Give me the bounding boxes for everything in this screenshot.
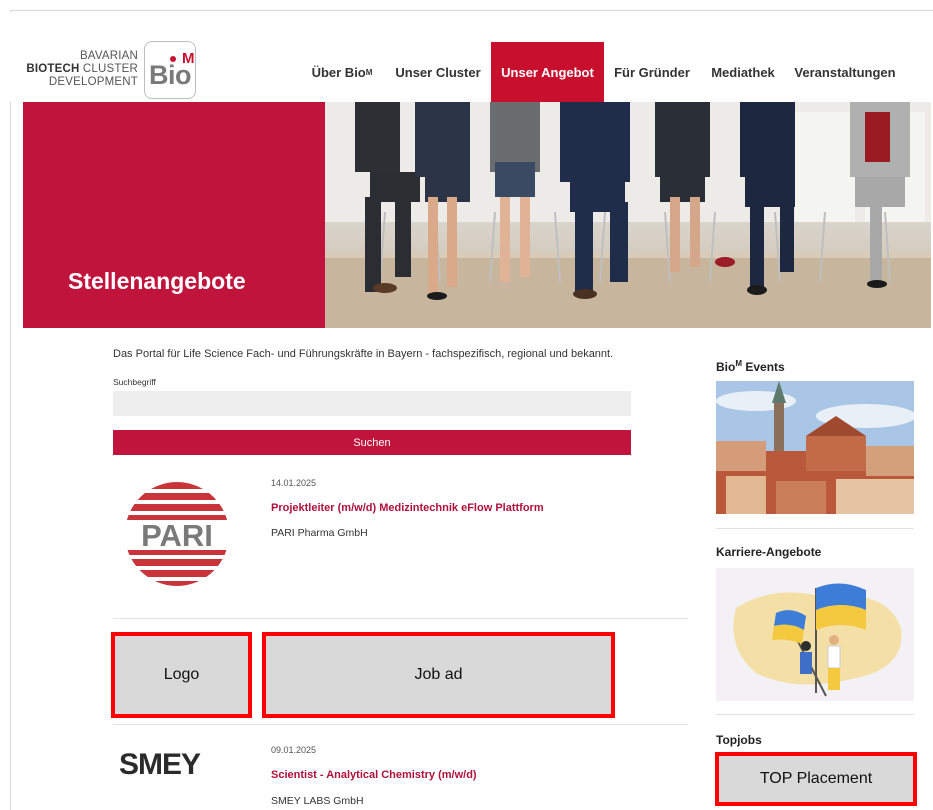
company-logo-smey[interactable]: SMEY [119,748,201,782]
job-title-link[interactable]: Projektleiter (m/w/d) Medizintechnik eFl… [271,502,544,514]
nav-item-veranstaltungen[interactable]: Veranstaltungen [788,42,902,102]
job-company: PARI Pharma GmbH [271,527,368,539]
search-button[interactable]: Suchen [113,430,631,455]
brand-line-3: DEVELOPMENT [48,76,138,88]
brand-line-2: BIOTECH CLUSTER [20,63,138,76]
hero-title: Stellenangebote [68,268,246,294]
search-label: Suchbegriff [113,377,156,387]
events-image[interactable] [716,381,914,514]
seated-people-illustration [325,102,931,328]
job-date: 14.01.2025 [271,478,317,488]
brand-line-2-rest: CLUSTER [79,63,138,75]
nav-item-unser-angebot[interactable]: Unser Angebot [491,42,604,102]
site-header: BAVARIAN BIOTECH CLUSTER DEVELOPMENT Bio… [10,12,931,102]
logo-placeholder: Logo [111,632,252,718]
top-placement-placeholder: TOP Placement [715,752,917,806]
careers-image[interactable] [716,568,914,701]
job-divider [113,618,688,619]
job-company: SMEY LABS GmbH [271,795,364,807]
sidebar-divider [716,714,914,715]
pari-logo-icon: PARI [125,482,229,586]
search-input[interactable] [113,391,631,416]
sidebar-divider [716,528,914,529]
brand-line-2-bold: BIOTECH [26,63,80,75]
logo-dot [170,56,176,62]
sidebar-careers-title[interactable]: Karriere-Angebote [716,545,821,559]
sidebar-topjobs-title[interactable]: Topjobs [716,733,762,747]
job-divider [113,724,688,725]
nav-item-unser-cluster[interactable]: Unser Cluster [391,42,485,102]
brand-wordmark[interactable]: BAVARIAN BIOTECH CLUSTER DEVELOPMENT [20,50,138,89]
bio-m-logo[interactable]: Bio M [144,41,196,99]
nav-item-mediathek[interactable]: Mediathek [706,42,780,102]
intro-text: Das Portal für Life Science Fach- und Fü… [113,348,614,360]
city-skyline-illustration [716,381,914,514]
brand-line-1: BAVARIAN [79,50,138,62]
ukraine-flag-illustration [733,583,902,697]
nav-item-fuer-gruender[interactable]: Für Gründer [612,42,692,102]
logo-m-text: M [182,50,195,67]
job-title-link[interactable]: Scientist - Analytical Chemistry (m/w/d) [271,769,477,781]
hero-photo [325,102,931,328]
pari-logo-text: PARI [141,518,213,553]
company-logo-pari[interactable]: PARI [113,476,243,591]
nav-item-ueber-bio[interactable]: Über Bio M [306,42,378,102]
job-date: 09.01.2025 [271,745,317,755]
job-ad-placeholder: Job ad [262,632,615,718]
sidebar-events-title[interactable]: BioM Events [716,359,785,374]
